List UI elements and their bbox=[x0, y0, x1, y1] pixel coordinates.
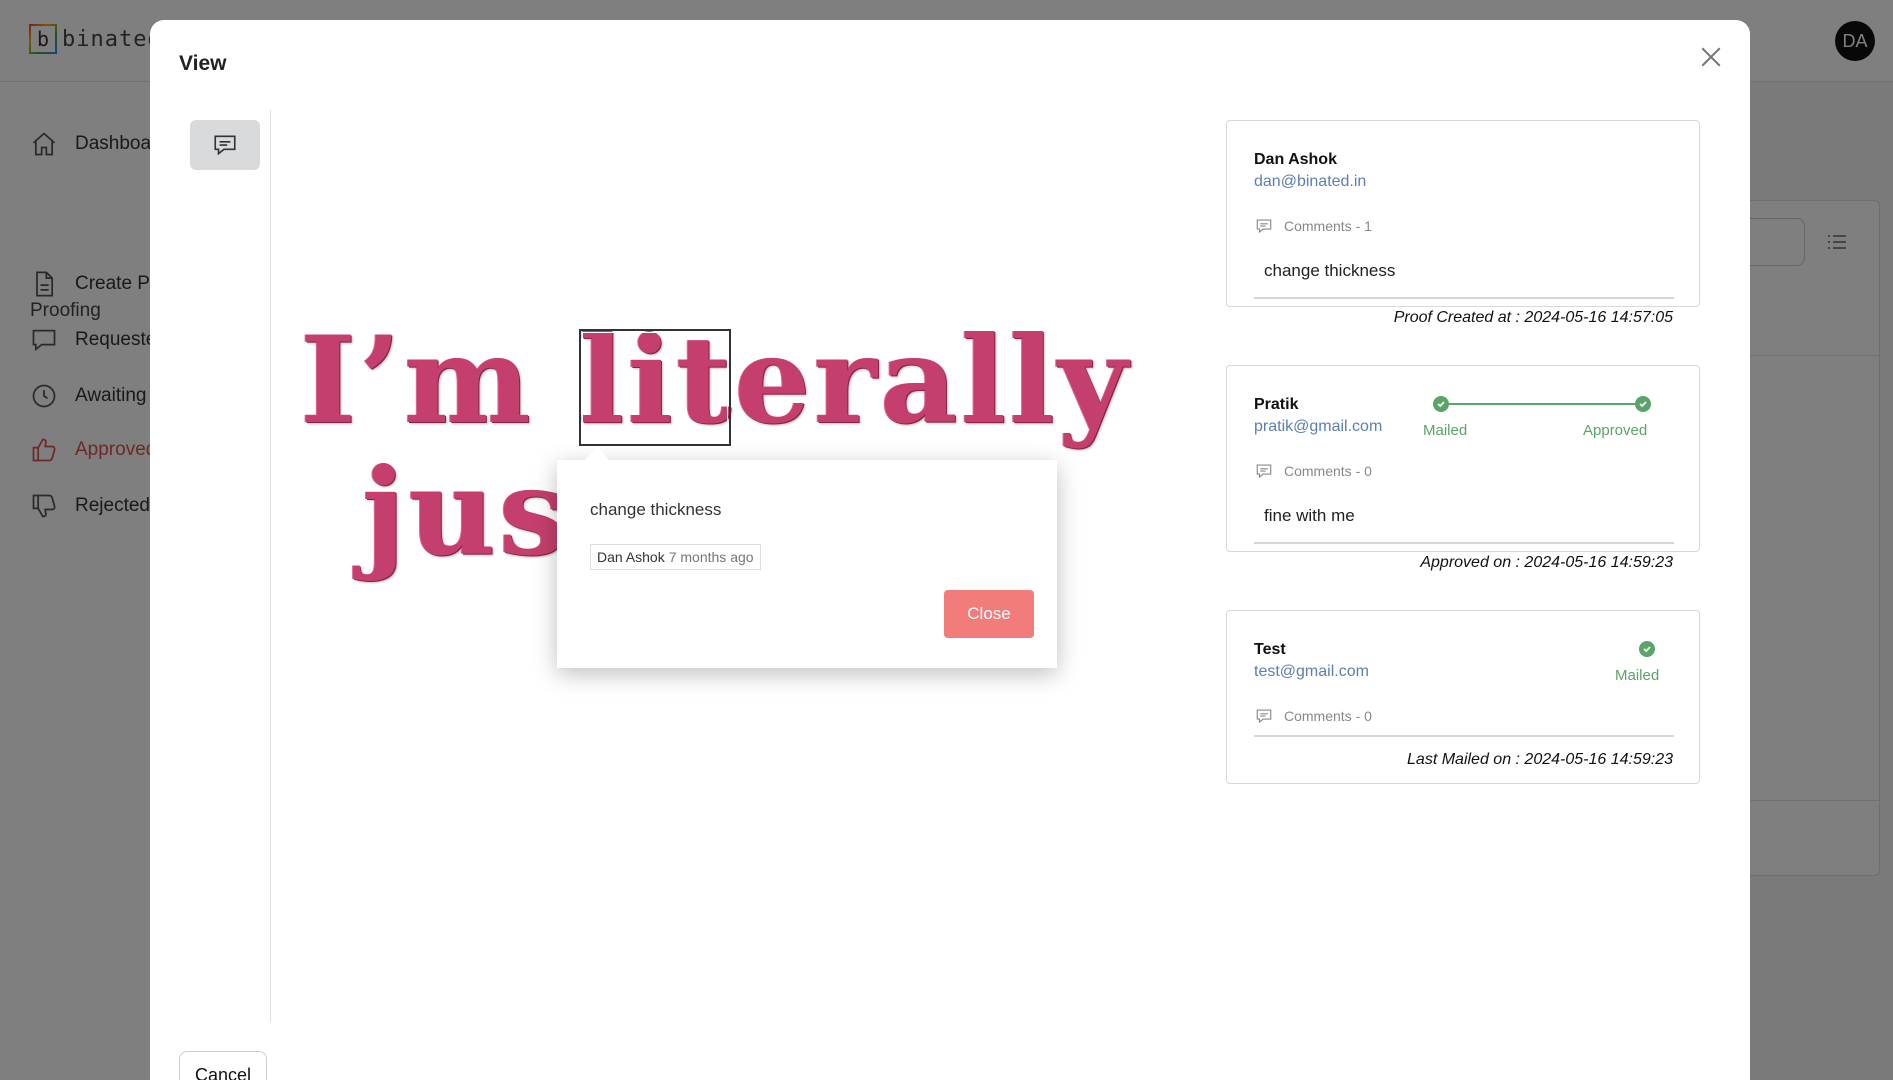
comments-label: Comments - 0 bbox=[1284, 463, 1372, 479]
status-approved: Approved bbox=[1583, 422, 1648, 439]
comment-icon bbox=[1256, 219, 1272, 234]
status-mailed: Mailed bbox=[1615, 667, 1660, 684]
comment-tool-button[interactable] bbox=[190, 120, 260, 170]
close-icon[interactable] bbox=[1696, 42, 1726, 72]
cancel-button[interactable]: Cancel bbox=[179, 1051, 267, 1080]
reviewer-name: Test bbox=[1254, 641, 1286, 658]
comments-label: Comments - 0 bbox=[1284, 708, 1372, 724]
comment-icon bbox=[214, 135, 236, 156]
comment-icon bbox=[1256, 464, 1272, 479]
check-icon bbox=[1639, 641, 1655, 657]
reviewer-name: Pratik bbox=[1254, 396, 1299, 413]
comment-popup: change thickness Dan Ashok 7 months ago C… bbox=[557, 446, 1057, 668]
popup-close-button[interactable]: Close bbox=[944, 590, 1034, 638]
reviewer-email[interactable]: dan@binated.in bbox=[1254, 173, 1366, 191]
check-icon bbox=[1433, 396, 1449, 412]
modal-title: View bbox=[179, 52, 227, 75]
view-modal: View I’m literally just al change thickn… bbox=[150, 20, 1750, 1080]
reviewer-comment-text: fine with me bbox=[1264, 506, 1355, 525]
reviewer-email[interactable]: pratik@gmail.com bbox=[1254, 418, 1382, 436]
reviewer-footer-date: Last Mailed on : 2024-05-16 14:59:23 bbox=[1407, 751, 1673, 768]
divider bbox=[1254, 542, 1674, 544]
popup-comment-text: change thickness bbox=[590, 500, 722, 519]
divider bbox=[1254, 735, 1674, 737]
reviewer-name: Dan Ashok bbox=[1254, 151, 1337, 168]
status-mailed: Mailed bbox=[1423, 422, 1468, 439]
reviewer-comment-text: change thickness bbox=[1264, 261, 1396, 280]
popup-comment-meta: Dan Ashok 7 months ago bbox=[590, 544, 761, 570]
reviewer-footer-date: Proof Created at : 2024-05-16 14:57:05 bbox=[1393, 309, 1673, 326]
reviewer-comments-count[interactable]: Comments - 0 bbox=[1254, 707, 1372, 725]
comments-label: Comments - 1 bbox=[1284, 218, 1372, 234]
reviewer-card: Pratik pratik@gmail.com Mailed Approved … bbox=[1226, 365, 1700, 571]
reviewer-footer-date: Approved on : 2024-05-16 14:59:23 bbox=[1420, 554, 1673, 571]
comment-icon bbox=[1256, 709, 1272, 724]
reviewer-card: Dan Ashok dan@binated.in Comments - 1 ch… bbox=[1226, 120, 1700, 326]
reviewer-comments-count[interactable]: Comments - 0 bbox=[1254, 462, 1372, 480]
tool-column-divider bbox=[270, 110, 271, 1022]
reviewer-email[interactable]: test@gmail.com bbox=[1254, 663, 1369, 681]
check-icon bbox=[1635, 396, 1651, 412]
comment-annotation-box[interactable] bbox=[579, 329, 731, 446]
popup-comment-author: Dan Ashok bbox=[597, 549, 665, 565]
popup-comment-time: 7 months ago bbox=[668, 549, 754, 565]
reviewer-card: Test test@gmail.com Mailed Comments - 0 … bbox=[1226, 610, 1700, 784]
status-timeline-line bbox=[1449, 403, 1635, 405]
divider bbox=[1254, 297, 1674, 299]
reviewer-comments-count[interactable]: Comments - 1 bbox=[1254, 217, 1372, 235]
